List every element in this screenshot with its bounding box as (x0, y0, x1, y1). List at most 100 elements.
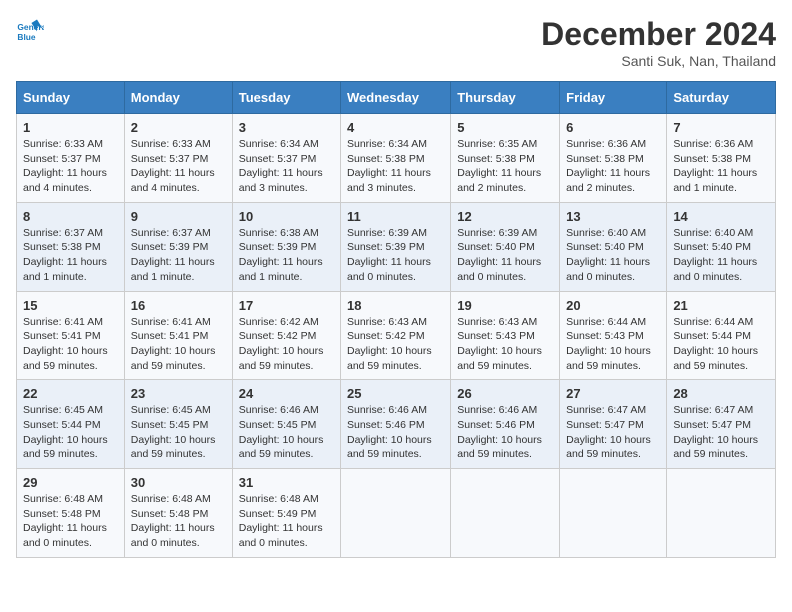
month-title: December 2024 (541, 16, 776, 53)
calendar-cell: 10 Sunrise: 6:38 AMSunset: 5:39 PMDayligh… (232, 202, 340, 291)
title-area: December 2024 Santi Suk, Nan, Thailand (541, 16, 776, 69)
day-number: 1 (23, 120, 118, 135)
calendar-cell: 9Sunrise: 6:37 AMSunset: 5:39 PMDaylight… (124, 202, 232, 291)
calendar-cell: 19 Sunrise: 6:43 AMSunset: 5:43 PMDayligh… (451, 291, 560, 380)
day-number: 20 (566, 298, 660, 313)
calendar-cell: 30 Sunrise: 6:48 AMSunset: 5:48 PMDayligh… (124, 469, 232, 558)
logo: General Blue (16, 16, 44, 44)
calendar-cell: 6 Sunrise: 6:36 AMSunset: 5:38 PMDaylight… (560, 114, 667, 203)
day-number: 4 (347, 120, 444, 135)
svg-text:Blue: Blue (17, 32, 35, 42)
day-number: 23 (131, 386, 226, 401)
header-tuesday: Tuesday (232, 82, 340, 114)
calendar-cell: 8 Sunrise: 6:37 AMSunset: 5:38 PMDaylight… (17, 202, 125, 291)
cell-content: Sunrise: 6:45 AMSunset: 5:44 PMDaylight:… (23, 403, 118, 462)
calendar-table: SundayMondayTuesdayWednesdayThursdayFrid… (16, 81, 776, 558)
cell-content: Sunrise: 6:47 AMSunset: 5:47 PMDaylight:… (673, 403, 769, 462)
day-number: 27 (566, 386, 660, 401)
calendar-cell: 5Sunrise: 6:35 AMSunset: 5:38 PMDaylight… (451, 114, 560, 203)
calendar-cell: 27 Sunrise: 6:47 AMSunset: 5:47 PMDayligh… (560, 380, 667, 469)
cell-content: Sunrise: 6:39 AMSunset: 5:40 PMDaylight:… (457, 226, 553, 285)
day-number: 17 (239, 298, 334, 313)
day-number: 14 (673, 209, 769, 224)
calendar-cell: 21Sunrise: 6:44 AMSunset: 5:44 PMDayligh… (667, 291, 776, 380)
day-number: 15 (23, 298, 118, 313)
calendar-cell: 2 Sunrise: 6:33 AMSunset: 5:37 PMDaylight… (124, 114, 232, 203)
calendar-cell: 26 Sunrise: 6:46 AMSunset: 5:46 PMDayligh… (451, 380, 560, 469)
cell-content: Sunrise: 6:36 AMSunset: 5:38 PMDaylight:… (673, 137, 769, 196)
day-number: 2 (131, 120, 226, 135)
day-number: 30 (131, 475, 226, 490)
calendar-week-2: 8 Sunrise: 6:37 AMSunset: 5:38 PMDaylight… (17, 202, 776, 291)
logo-icon: General Blue (16, 16, 44, 44)
calendar-cell (451, 469, 560, 558)
day-number: 12 (457, 209, 553, 224)
cell-content: Sunrise: 6:41 AMSunset: 5:41 PMDaylight:… (131, 315, 226, 374)
cell-content: Sunrise: 6:37 AMSunset: 5:38 PMDaylight:… (23, 226, 118, 285)
calendar-cell: 7 Sunrise: 6:36 AMSunset: 5:38 PMDaylight… (667, 114, 776, 203)
calendar-cell: 20Sunrise: 6:44 AMSunset: 5:43 PMDayligh… (560, 291, 667, 380)
header-saturday: Saturday (667, 82, 776, 114)
calendar-cell: 14 Sunrise: 6:40 AMSunset: 5:40 PMDayligh… (667, 202, 776, 291)
cell-content: Sunrise: 6:34 AMSunset: 5:37 PMDaylight:… (239, 137, 334, 196)
day-number: 22 (23, 386, 118, 401)
header-thursday: Thursday (451, 82, 560, 114)
header-sunday: Sunday (17, 82, 125, 114)
day-number: 7 (673, 120, 769, 135)
cell-content: Sunrise: 6:37 AMSunset: 5:39 PMDaylight:… (131, 226, 226, 285)
calendar-cell: 17Sunrise: 6:42 AMSunset: 5:42 PMDayligh… (232, 291, 340, 380)
calendar-cell: 18Sunrise: 6:43 AMSunset: 5:42 PMDayligh… (341, 291, 451, 380)
calendar-cell: 12 Sunrise: 6:39 AMSunset: 5:40 PMDayligh… (451, 202, 560, 291)
day-number: 10 (239, 209, 334, 224)
cell-content: Sunrise: 6:38 AMSunset: 5:39 PMDaylight:… (239, 226, 334, 285)
day-number: 26 (457, 386, 553, 401)
cell-content: Sunrise: 6:39 AMSunset: 5:39 PMDaylight:… (347, 226, 444, 285)
calendar-cell: 4 Sunrise: 6:34 AMSunset: 5:38 PMDaylight… (341, 114, 451, 203)
calendar-cell (341, 469, 451, 558)
calendar-cell: 29Sunrise: 6:48 AMSunset: 5:48 PMDayligh… (17, 469, 125, 558)
cell-content: Sunrise: 6:43 AMSunset: 5:43 PMDaylight:… (457, 315, 553, 374)
cell-content: Sunrise: 6:41 AMSunset: 5:41 PMDaylight:… (23, 315, 118, 374)
cell-content: Sunrise: 6:33 AMSunset: 5:37 PMDaylight:… (131, 137, 226, 196)
cell-content: Sunrise: 6:46 AMSunset: 5:45 PMDaylight:… (239, 403, 334, 462)
day-number: 3 (239, 120, 334, 135)
cell-content: Sunrise: 6:46 AMSunset: 5:46 PMDaylight:… (457, 403, 553, 462)
cell-content: Sunrise: 6:47 AMSunset: 5:47 PMDaylight:… (566, 403, 660, 462)
calendar-header-row: SundayMondayTuesdayWednesdayThursdayFrid… (17, 82, 776, 114)
day-number: 24 (239, 386, 334, 401)
header-monday: Monday (124, 82, 232, 114)
day-number: 8 (23, 209, 118, 224)
day-number: 16 (131, 298, 226, 313)
day-number: 6 (566, 120, 660, 135)
header-friday: Friday (560, 82, 667, 114)
cell-content: Sunrise: 6:36 AMSunset: 5:38 PMDaylight:… (566, 137, 660, 196)
cell-content: Sunrise: 6:34 AMSunset: 5:38 PMDaylight:… (347, 137, 444, 196)
calendar-cell: 31 Sunrise: 6:48 AMSunset: 5:49 PMDayligh… (232, 469, 340, 558)
calendar-cell: 16 Sunrise: 6:41 AMSunset: 5:41 PMDayligh… (124, 291, 232, 380)
day-number: 11 (347, 209, 444, 224)
cell-content: Sunrise: 6:40 AMSunset: 5:40 PMDaylight:… (673, 226, 769, 285)
calendar-week-4: 22 Sunrise: 6:45 AMSunset: 5:44 PMDayligh… (17, 380, 776, 469)
calendar-cell: 13 Sunrise: 6:40 AMSunset: 5:40 PMDayligh… (560, 202, 667, 291)
page-header: General Blue December 2024 Santi Suk, Na… (16, 16, 776, 69)
cell-content: Sunrise: 6:35 AMSunset: 5:38 PMDaylight:… (457, 137, 553, 196)
calendar-cell: 23 Sunrise: 6:45 AMSunset: 5:45 PMDayligh… (124, 380, 232, 469)
calendar-cell: 25Sunrise: 6:46 AMSunset: 5:46 PMDayligh… (341, 380, 451, 469)
calendar-cell: 24 Sunrise: 6:46 AMSunset: 5:45 PMDayligh… (232, 380, 340, 469)
day-number: 13 (566, 209, 660, 224)
cell-content: Sunrise: 6:40 AMSunset: 5:40 PMDaylight:… (566, 226, 660, 285)
calendar-cell (667, 469, 776, 558)
day-number: 19 (457, 298, 553, 313)
header-wednesday: Wednesday (341, 82, 451, 114)
calendar-week-3: 15 Sunrise: 6:41 AMSunset: 5:41 PMDayligh… (17, 291, 776, 380)
calendar-cell: 15 Sunrise: 6:41 AMSunset: 5:41 PMDayligh… (17, 291, 125, 380)
cell-content: Sunrise: 6:45 AMSunset: 5:45 PMDaylight:… (131, 403, 226, 462)
cell-content: Sunrise: 6:48 AMSunset: 5:48 PMDaylight:… (131, 492, 226, 551)
calendar-cell: 28Sunrise: 6:47 AMSunset: 5:47 PMDayligh… (667, 380, 776, 469)
calendar-week-5: 29Sunrise: 6:48 AMSunset: 5:48 PMDayligh… (17, 469, 776, 558)
calendar-cell: 11 Sunrise: 6:39 AMSunset: 5:39 PMDayligh… (341, 202, 451, 291)
cell-content: Sunrise: 6:48 AMSunset: 5:49 PMDaylight:… (239, 492, 334, 551)
cell-content: Sunrise: 6:48 AMSunset: 5:48 PMDaylight:… (23, 492, 118, 551)
day-number: 31 (239, 475, 334, 490)
location-subtitle: Santi Suk, Nan, Thailand (541, 53, 776, 69)
